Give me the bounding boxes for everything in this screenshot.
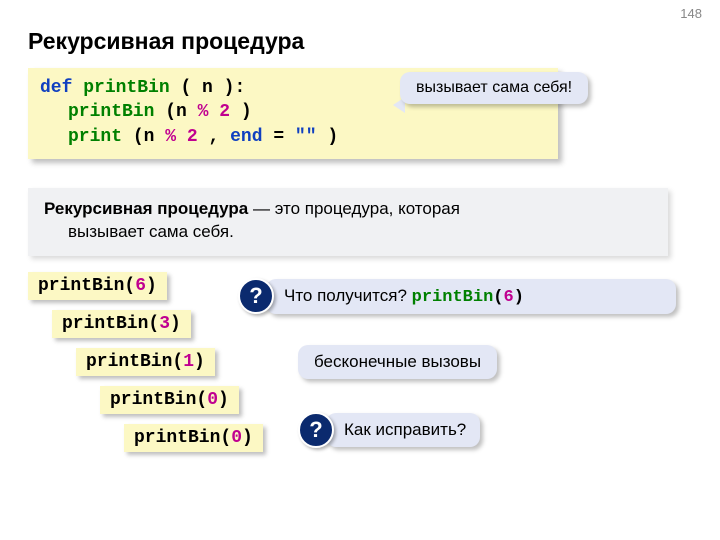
- code-line3-end: end: [230, 127, 262, 147]
- definition-rest: — это процедура, которая: [253, 199, 460, 218]
- stack-arg: 0: [231, 428, 242, 448]
- code-line3-close: ): [327, 127, 338, 147]
- stack-paren: ): [218, 390, 229, 410]
- stack-paren: ): [242, 428, 253, 448]
- stack-fn: printBin: [86, 352, 172, 372]
- call-stack: printBin(6) printBin(3) printBin(1) prin…: [28, 272, 263, 462]
- stack-item: printBin(3): [52, 310, 191, 338]
- code-line2-close: ): [241, 102, 252, 122]
- code-line3-eq: =: [273, 127, 295, 147]
- code-call: printBin: [68, 102, 154, 122]
- definition-cont: вызывает сама себя.: [44, 221, 652, 244]
- question1-call-close: ): [514, 288, 524, 307]
- stack-paren: (: [124, 276, 135, 296]
- definition-term: Рекурсивная процедура: [44, 199, 248, 218]
- question-how-fix: ? Как исправить?: [298, 412, 480, 448]
- question1-call-fn: printBin: [412, 288, 494, 307]
- code-sig: ( n ):: [180, 78, 245, 98]
- code-line3-num: 2: [187, 127, 198, 147]
- page-title: Рекурсивная процедура: [28, 28, 304, 55]
- definition-box: Рекурсивная процедура — это процедура, к…: [28, 188, 668, 256]
- code-line2-num: 2: [219, 102, 230, 122]
- code-line3-mid: ,: [208, 127, 230, 147]
- stack-arg: 0: [207, 390, 218, 410]
- stack-paren: (: [148, 314, 159, 334]
- stack-item: printBin(0): [124, 424, 263, 452]
- stack-fn: printBin: [38, 276, 124, 296]
- stack-paren: (: [220, 428, 231, 448]
- page-number: 148: [680, 6, 702, 21]
- stack-paren: ): [146, 276, 157, 296]
- stack-fn: printBin: [134, 428, 220, 448]
- code-print: print: [68, 127, 122, 147]
- stack-item: printBin(0): [100, 386, 239, 414]
- code-line3-op: %: [165, 127, 187, 147]
- question-mark-icon: ?: [298, 412, 334, 448]
- stack-paren: (: [172, 352, 183, 372]
- code-fn-name: printBin: [83, 78, 169, 98]
- code-line3-open: (n: [133, 127, 155, 147]
- question1-call-arg: 6: [503, 288, 513, 307]
- code-line3-q: "": [295, 127, 317, 147]
- question-what-result: ? Что получится? printBin(6): [238, 278, 676, 314]
- note-infinite-calls: бесконечные вызовы: [298, 345, 497, 379]
- stack-item: printBin(1): [76, 348, 215, 376]
- stack-arg: 3: [159, 314, 170, 334]
- question1-text: Что получится?: [284, 286, 412, 305]
- stack-arg: 1: [183, 352, 194, 372]
- callout-self-call: вызывает сама себя!: [400, 72, 588, 104]
- stack-item: printBin(6): [28, 272, 167, 300]
- stack-paren: (: [196, 390, 207, 410]
- stack-paren: ): [194, 352, 205, 372]
- stack-arg: 6: [135, 276, 146, 296]
- code-line2-open: (n: [165, 102, 187, 122]
- question-mark-icon: ?: [238, 278, 274, 314]
- code-line2-op: %: [198, 102, 220, 122]
- question2-text: Как исправить?: [326, 413, 480, 447]
- stack-paren: ): [170, 314, 181, 334]
- stack-fn: printBin: [110, 390, 196, 410]
- code-kw-def: def: [40, 78, 72, 98]
- stack-fn: printBin: [62, 314, 148, 334]
- question1-call-open: (: [493, 288, 503, 307]
